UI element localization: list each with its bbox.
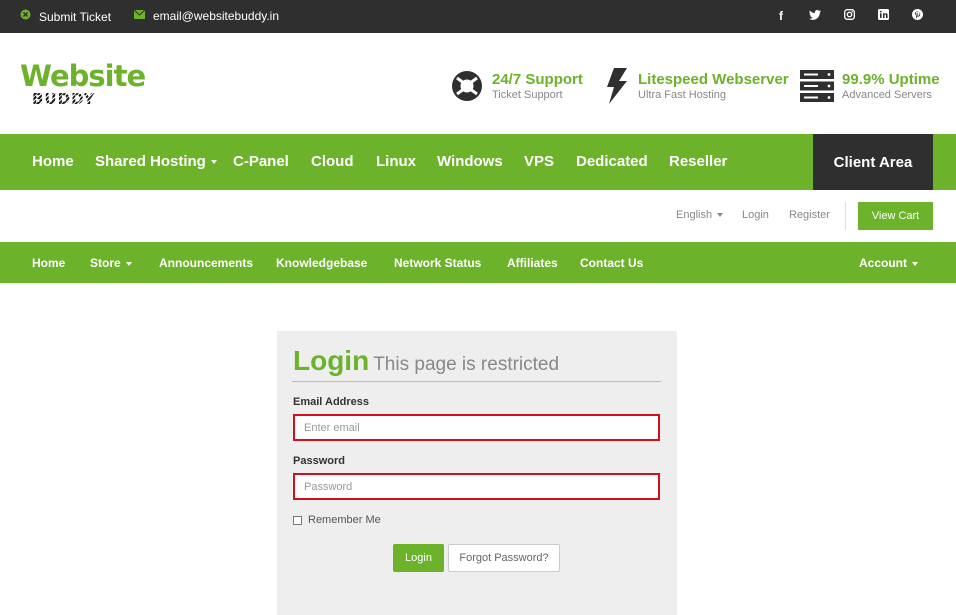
- server-icon: [800, 69, 834, 103]
- secondary-nav: Home Store Announcements Knowledgebase N…: [0, 242, 956, 283]
- subnav-account-label: Account: [859, 256, 907, 270]
- remember-me-checkbox[interactable]: [293, 515, 302, 525]
- subnav-account[interactable]: Account: [859, 256, 918, 270]
- instagram-icon[interactable]: [832, 9, 866, 23]
- feature-support: 24/7 Support Ticket Support: [450, 69, 583, 103]
- feature-webserver-subtitle: Ultra Fast Hosting: [638, 88, 727, 101]
- feature-uptime-title: 99.9% Uptime: [842, 70, 940, 88]
- social-links: f: [764, 9, 934, 23]
- nav-dedicated[interactable]: Dedicated: [576, 153, 648, 171]
- subnav-affiliates[interactable]: Affiliates: [507, 256, 558, 270]
- caret-down-icon: [210, 160, 217, 165]
- top-bar: Submit Ticket email@websitebuddy.in f: [0, 0, 956, 33]
- nav-home[interactable]: Home: [32, 153, 74, 171]
- caret-down-icon: [717, 213, 724, 218]
- lightning-icon: [604, 68, 630, 104]
- client-area-button[interactable]: Client Area: [813, 134, 933, 190]
- password-label: Password: [293, 455, 345, 467]
- envelope-icon: [133, 9, 146, 23]
- nav-cpanel[interactable]: C-Panel: [233, 153, 289, 171]
- nav-shared-hosting[interactable]: Shared Hosting: [95, 153, 217, 171]
- logo-text-website: Website: [20, 59, 146, 93]
- login-panel: Login This page is restricted Email Addre…: [277, 331, 677, 615]
- heading-divider: [292, 381, 661, 382]
- nav-reseller[interactable]: Reseller: [669, 153, 727, 171]
- pinterest-icon[interactable]: [900, 9, 934, 23]
- view-cart-button[interactable]: View Cart: [858, 202, 933, 230]
- caret-down-icon: [125, 261, 132, 266]
- feature-webserver: Litespeed Webserver Ultra Fast Hosting: [604, 68, 789, 104]
- remember-me-label: Remember Me: [308, 514, 381, 526]
- caret-down-icon: [912, 261, 918, 266]
- twitter-icon[interactable]: [798, 9, 832, 23]
- password-field[interactable]: [293, 473, 660, 500]
- subnav-store[interactable]: Store: [90, 256, 132, 270]
- subnav-announcements[interactable]: Announcements: [159, 256, 253, 270]
- subnav-knowledgebase[interactable]: Knowledgebase: [276, 256, 367, 270]
- register-link[interactable]: Register: [789, 209, 830, 222]
- language-label: English: [676, 209, 713, 221]
- remember-me[interactable]: Remember Me: [293, 514, 381, 526]
- nav-shared-hosting-label: Shared Hosting: [95, 153, 206, 170]
- nav-cloud[interactable]: Cloud: [311, 153, 354, 171]
- email-field[interactable]: [293, 414, 660, 441]
- email-link[interactable]: email@websitebuddy.in: [133, 9, 280, 23]
- forgot-password-button[interactable]: Forgot Password?: [448, 544, 560, 572]
- site-header: Website BUDDY 24/7 Support Ticket Suppor…: [0, 33, 956, 134]
- linkedin-icon[interactable]: [866, 9, 900, 23]
- close-circle-icon: [20, 9, 31, 24]
- subnav-store-label: Store: [90, 256, 121, 270]
- facebook-icon[interactable]: f: [764, 9, 798, 23]
- lifebuoy-icon: [450, 69, 484, 103]
- divider: [845, 202, 846, 230]
- login-heading: Login This page is restricted: [293, 345, 559, 377]
- nav-vps[interactable]: VPS: [524, 153, 554, 171]
- feature-support-title: 24/7 Support: [492, 70, 583, 88]
- login-button[interactable]: Login: [393, 544, 444, 572]
- login-title: Login: [293, 345, 370, 376]
- email-label: Email Address: [293, 396, 370, 408]
- subnav-contact-us[interactable]: Contact Us: [580, 256, 643, 270]
- submit-ticket-label: Submit Ticket: [39, 9, 112, 24]
- feature-uptime: 99.9% Uptime Advanced Servers: [800, 69, 940, 103]
- language-selector[interactable]: English: [676, 209, 724, 222]
- login-subtitle: This page is restricted: [373, 354, 560, 375]
- main-nav: Home Shared Hosting C-Panel Cloud Linux …: [0, 134, 956, 190]
- feature-uptime-subtitle: Advanced Servers: [842, 88, 932, 101]
- subnav-home[interactable]: Home: [32, 256, 65, 270]
- feature-support-subtitle: Ticket Support: [492, 88, 563, 101]
- subnav-network-status[interactable]: Network Status: [394, 256, 481, 270]
- nav-windows[interactable]: Windows: [437, 153, 503, 171]
- submit-ticket-link[interactable]: Submit Ticket: [20, 9, 111, 24]
- feature-webserver-title: Litespeed Webserver: [638, 70, 789, 88]
- utility-bar: English Login Register View Cart: [0, 190, 956, 242]
- email-address-label: email@websitebuddy.in: [153, 9, 280, 23]
- login-link[interactable]: Login: [742, 209, 769, 222]
- website-buddy-logo[interactable]: Website BUDDY: [20, 59, 146, 111]
- logo-text-buddy: BUDDY: [32, 90, 96, 108]
- nav-linux[interactable]: Linux: [376, 153, 416, 171]
